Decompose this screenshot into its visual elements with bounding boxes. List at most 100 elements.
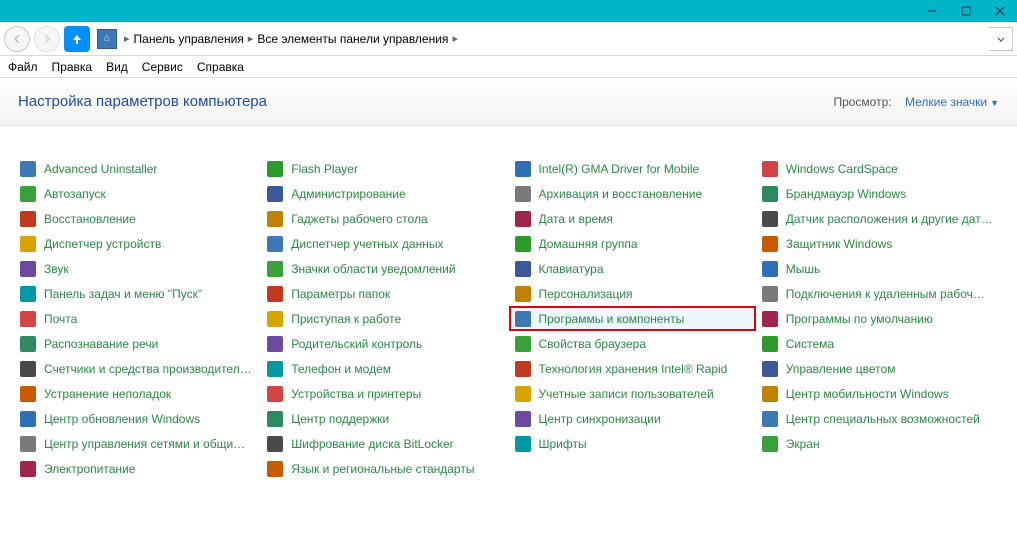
- control-panel-item[interactable]: Центр синхронизации: [509, 406, 756, 431]
- control-panel-item[interactable]: Домашняя группа: [509, 231, 756, 256]
- item-icon: [515, 286, 531, 302]
- control-panel-item[interactable]: Центр управления сетями и общи…: [14, 431, 261, 456]
- item-label: Шрифты: [539, 437, 587, 451]
- item-icon: [267, 436, 283, 452]
- control-panel-item[interactable]: Advanced Uninstaller: [14, 156, 261, 181]
- close-button[interactable]: [983, 0, 1017, 22]
- up-one-level-button[interactable]: [64, 26, 90, 52]
- control-panel-item[interactable]: Датчик расположения и другие дат…: [756, 206, 1003, 231]
- control-panel-item[interactable]: Управление цветом: [756, 356, 1003, 381]
- control-panel-item[interactable]: Электропитание: [14, 456, 261, 481]
- control-panel-item[interactable]: Центр обновления Windows: [14, 406, 261, 431]
- item-icon: [762, 161, 778, 177]
- control-panel-item[interactable]: Родительский контроль: [261, 331, 508, 356]
- items-area: Advanced Uninstaller Автозапуск Восстановл…: [0, 126, 1017, 491]
- control-panel-item[interactable]: Восстановление: [14, 206, 261, 231]
- menu-edit[interactable]: Правка: [52, 60, 93, 74]
- item-label: Электропитание: [44, 462, 135, 476]
- item-label: Центр управления сетями и общи…: [44, 437, 245, 451]
- address-dropdown-button[interactable]: [989, 27, 1013, 51]
- control-panel-item[interactable]: Свойства браузера: [509, 331, 756, 356]
- control-panel-item[interactable]: Устройства и принтеры: [261, 381, 508, 406]
- control-panel-item[interactable]: Диспетчер устройств: [14, 231, 261, 256]
- control-panel-item[interactable]: Intel(R) GMA Driver for Mobile: [509, 156, 756, 181]
- item-icon: [267, 211, 283, 227]
- navigation-row: ⌂ ▸ Панель управления ▸ Все элементы пан…: [0, 22, 1017, 56]
- back-button[interactable]: [4, 26, 30, 52]
- control-panel-item[interactable]: Параметры папок: [261, 281, 508, 306]
- control-panel-item[interactable]: Технология хранения Intel® Rapid: [509, 356, 756, 381]
- item-icon: [762, 436, 778, 452]
- control-panel-item[interactable]: Распознавание речи: [14, 331, 261, 356]
- minimize-button[interactable]: [915, 0, 949, 22]
- item-label: Диспетчер учетных данных: [291, 237, 443, 251]
- control-panel-item[interactable]: Диспетчер учетных данных: [261, 231, 508, 256]
- control-panel-item[interactable]: Учетные записи пользователей: [509, 381, 756, 406]
- maximize-button[interactable]: [949, 0, 983, 22]
- view-by-selector[interactable]: Мелкие значки▼: [905, 95, 999, 109]
- item-label: Шифрование диска BitLocker: [291, 437, 453, 451]
- control-panel-item[interactable]: Язык и региональные стандарты: [261, 456, 508, 481]
- control-panel-item[interactable]: Персонализация: [509, 281, 756, 306]
- control-panel-item[interactable]: Программы по умолчанию: [756, 306, 1003, 331]
- items-column: Advanced Uninstaller Автозапуск Восстановл…: [14, 156, 261, 481]
- item-icon: [20, 186, 36, 202]
- breadcrumb-segment[interactable]: Панель управления: [134, 32, 244, 46]
- control-panel-item[interactable]: Система: [756, 331, 1003, 356]
- menu-service[interactable]: Сервис: [142, 60, 183, 74]
- menu-view[interactable]: Вид: [106, 60, 128, 74]
- item-label: Звук: [44, 262, 69, 276]
- breadcrumb-separator: ▸: [452, 32, 458, 45]
- control-panel-item[interactable]: Архивация и восстановление: [509, 181, 756, 206]
- control-panel-item[interactable]: Центр специальных возможностей: [756, 406, 1003, 431]
- control-panel-item[interactable]: Шифрование диска BitLocker: [261, 431, 508, 456]
- control-panel-item[interactable]: Значки области уведомлений: [261, 256, 508, 281]
- item-label: Устройства и принтеры: [291, 387, 421, 401]
- item-icon: [267, 311, 283, 327]
- item-icon: [20, 336, 36, 352]
- item-icon: [515, 411, 531, 427]
- control-panel-item[interactable]: Приступая к работе: [261, 306, 508, 331]
- control-panel-item[interactable]: Шрифты: [509, 431, 756, 456]
- control-panel-item[interactable]: Центр поддержки: [261, 406, 508, 431]
- control-panel-item[interactable]: Windows CardSpace: [756, 156, 1003, 181]
- control-panel-item[interactable]: Устранение неполадок: [14, 381, 261, 406]
- item-label: Значки области уведомлений: [291, 262, 455, 276]
- item-icon: [515, 261, 531, 277]
- forward-button[interactable]: [34, 26, 60, 52]
- item-icon: [267, 386, 283, 402]
- control-panel-item[interactable]: Почта: [14, 306, 261, 331]
- control-panel-item[interactable]: Программы и компоненты: [509, 306, 756, 331]
- control-panel-item[interactable]: Flash Player: [261, 156, 508, 181]
- menu-file[interactable]: Файл: [8, 60, 38, 74]
- control-panel-item[interactable]: Администрирование: [261, 181, 508, 206]
- item-label: Advanced Uninstaller: [44, 162, 157, 176]
- item-label: Параметры папок: [291, 287, 390, 301]
- item-icon: [515, 361, 531, 377]
- control-panel-item[interactable]: Центр мобильности Windows: [756, 381, 1003, 406]
- control-panel-item[interactable]: Клавиатура: [509, 256, 756, 281]
- control-panel-item[interactable]: Панель задач и меню "Пуск": [14, 281, 261, 306]
- control-panel-item[interactable]: Мышь: [756, 256, 1003, 281]
- view-by-value: Мелкие значки: [905, 95, 987, 109]
- control-panel-item[interactable]: Гаджеты рабочего стола: [261, 206, 508, 231]
- control-panel-item[interactable]: Подключения к удаленным рабоч…: [756, 281, 1003, 306]
- item-label: Брандмауэр Windows: [786, 187, 906, 201]
- item-label: Домашняя группа: [539, 237, 638, 251]
- control-panel-item[interactable]: Звук: [14, 256, 261, 281]
- menu-help[interactable]: Справка: [197, 60, 244, 74]
- control-panel-item[interactable]: Брандмауэр Windows: [756, 181, 1003, 206]
- items-column: Windows CardSpace Брандмауэр Windows Датчи…: [756, 156, 1003, 481]
- item-label: Восстановление: [44, 212, 136, 226]
- control-panel-item[interactable]: Защитник Windows: [756, 231, 1003, 256]
- control-panel-item[interactable]: Дата и время: [509, 206, 756, 231]
- item-label: Устранение неполадок: [44, 387, 171, 401]
- item-icon: [267, 261, 283, 277]
- control-panel-item[interactable]: Автозапуск: [14, 181, 261, 206]
- item-label: Учетные записи пользователей: [539, 387, 714, 401]
- control-panel-item[interactable]: Экран: [756, 431, 1003, 456]
- breadcrumb-segment[interactable]: Все элементы панели управления: [257, 32, 448, 46]
- control-panel-item[interactable]: Счетчики и средства производител…: [14, 356, 261, 381]
- control-panel-item[interactable]: Телефон и модем: [261, 356, 508, 381]
- item-label: Центр обновления Windows: [44, 412, 200, 426]
